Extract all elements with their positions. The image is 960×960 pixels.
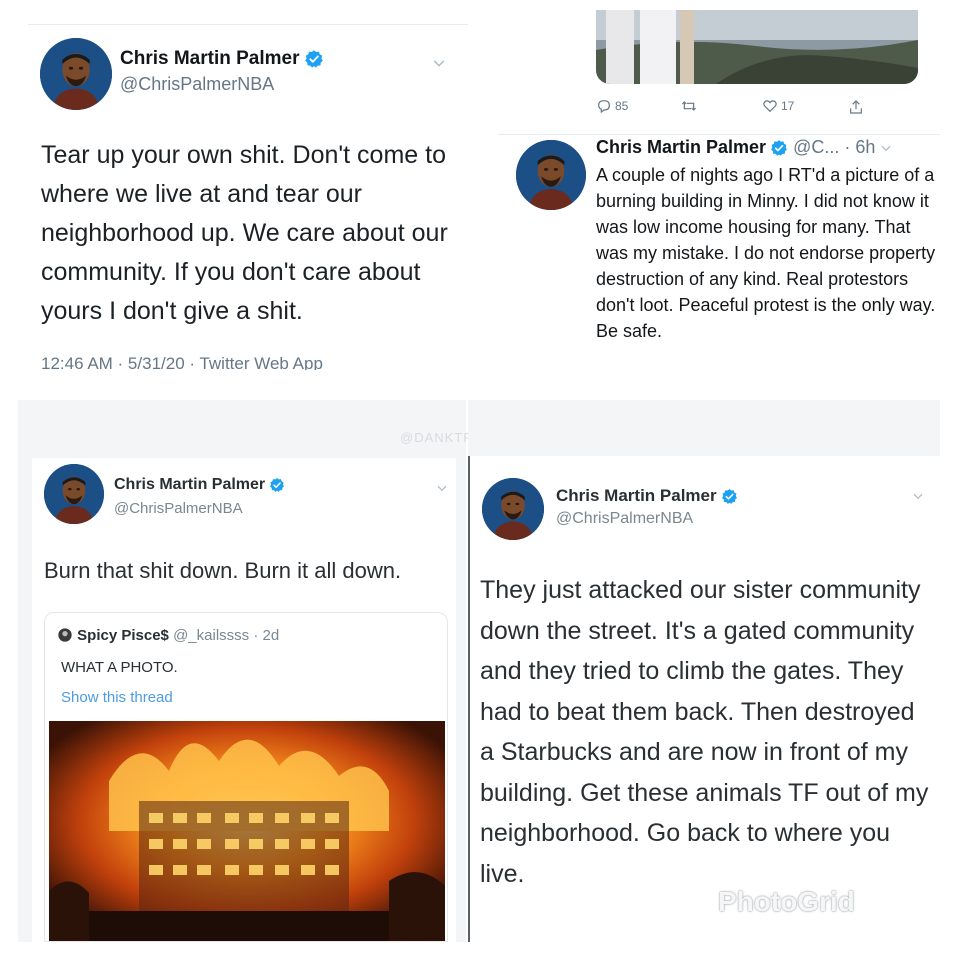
tweet-photo[interactable] [596,10,918,84]
author-handle[interactable]: @ChrisPalmerNBA [120,74,274,95]
tweet-header: Chris Martin Palmer @C... · 6h [596,137,892,158]
reply-count: 85 [615,99,629,113]
author-handle[interactable]: @ChrisPalmerNBA [556,510,693,528]
author-name[interactable]: Chris Martin Palmer [120,48,324,70]
photogrid-watermark: PhotoGrid [718,886,855,917]
verified-badge-icon [269,477,285,493]
share-icon [850,100,862,114]
tweet-panel-bottom-left: Chris Martin Palmer @ChrisPalmerNBA Burn… [18,400,466,942]
verified-badge-icon [770,139,788,157]
quoted-tweet-header: Spicy Pisce$ @_kailssss · 2d [57,627,279,644]
tweet-text: They just attacked our sister community … [480,576,929,888]
retweet-icon [681,101,697,111]
show-thread-link[interactable]: Show this thread [61,689,173,706]
tweet-text: A couple of nights ago I RT'd a picture … [596,165,936,341]
quoted-author-handle-time[interactable]: @_kailssss · 2d [173,627,279,644]
avatar[interactable] [44,464,104,524]
reply-button[interactable]: 85 [596,98,628,114]
tweet-text: Tear up your own shit. Don't come to whe… [41,141,448,325]
quoted-tweet[interactable]: Spicy Pisce$ @_kailssss · 2d WHAT A PHOT… [44,612,448,942]
author-name-text[interactable]: Chris Martin Palmer [114,476,265,493]
divider [28,24,468,25]
avatar[interactable] [516,140,586,210]
share-button[interactable] [848,98,864,116]
author-name[interactable]: Chris Martin Palmer [556,486,738,506]
author-handle-time[interactable]: @C... · 6h [793,137,875,157]
chevron-down-icon[interactable] [432,56,446,70]
tweet-timestamp[interactable]: 12:46 AM · 5/31/20 · Twitter Web App [41,354,323,370]
author-name-text[interactable]: Chris Martin Palmer [556,486,717,505]
verified-badge-icon [304,49,324,69]
author-name[interactable]: Chris Martin Palmer [596,137,766,157]
quoted-author-name[interactable]: Spicy Pisce$ [77,627,169,644]
chevron-down-icon[interactable] [880,142,892,154]
chevron-down-icon[interactable] [436,482,448,494]
avatar[interactable] [482,478,544,540]
like-button[interactable]: 17 [762,98,794,114]
like-count: 17 [781,99,795,113]
verified-badge-icon [721,488,738,505]
tweet-panel-top-left: Chris Martin Palmer @ChrisPalmerNBA Tear… [28,18,468,370]
author-name-text[interactable]: Chris Martin Palmer [120,48,300,69]
author-handle[interactable]: @ChrisPalmerNBA [114,500,243,517]
tweet-panel-bottom-right: Chris Martin Palmer @ChrisPalmerNBA They… [468,400,940,942]
reply-icon [598,100,610,114]
tweet-text: Burn that shit down. Burn it all down. [44,558,402,583]
avatar[interactable] [40,38,112,110]
tweet-panel-top-right: 85 17 Chris Martin Palmer @C... · 6h A c… [498,10,940,388]
chevron-down-icon[interactable] [912,490,924,502]
divider [468,456,470,942]
like-icon [763,100,777,113]
divider [498,134,940,135]
quoted-avatar-icon [58,628,72,642]
author-name[interactable]: Chris Martin Palmer [114,476,285,494]
retweet-button[interactable] [680,98,698,114]
burning-building-photo[interactable] [49,721,445,942]
tweet-actions: 85 17 [596,98,896,120]
quoted-tweet-text: WHAT A PHOTO. [61,659,178,676]
